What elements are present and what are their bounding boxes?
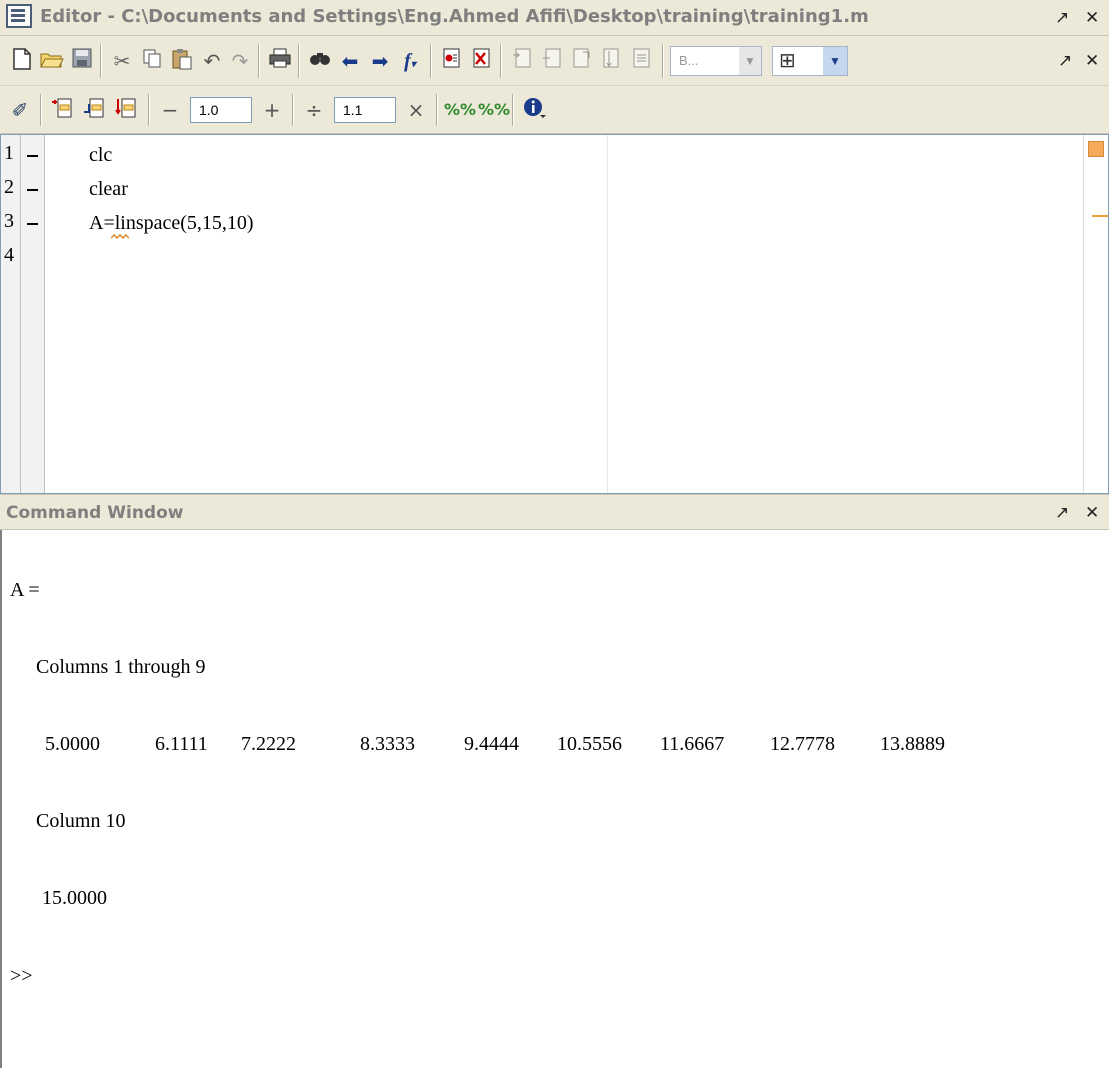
layout-dropdown[interactable]: ⊞ ▼	[772, 46, 848, 76]
cell-divider-menu-icon[interactable]: %%	[478, 96, 510, 124]
editor-title: Editor - C:\Documents and Settings\Eng.A…	[40, 6, 869, 27]
step-icon[interactable]	[508, 47, 536, 75]
warning-marker[interactable]	[1092, 215, 1108, 217]
undock-editor-icon[interactable]: ↗	[1055, 8, 1069, 28]
code-line[interactable]: clear	[89, 178, 128, 201]
output-value: 5.0000	[45, 733, 100, 755]
mlint-indicator-bar	[1083, 135, 1108, 493]
undock-toolbar-icon[interactable]: ↗	[1058, 51, 1072, 71]
forward-icon[interactable]: ➡	[366, 47, 394, 75]
breakpoint-dash[interactable]	[27, 189, 38, 191]
close-editor-icon[interactable]: ✕	[1085, 8, 1099, 28]
copy-icon[interactable]	[138, 47, 166, 75]
undock-command-window-icon[interactable]: ↗	[1055, 503, 1069, 523]
line-number: 1	[4, 142, 14, 164]
command-prompt[interactable]: >>	[10, 965, 33, 988]
output-value: 10.5556	[557, 733, 622, 755]
eraser-icon[interactable]: ✐	[6, 96, 34, 124]
multiply-button[interactable]: ×	[402, 96, 430, 124]
clear-breakpoint-icon[interactable]	[468, 47, 496, 75]
line-number-gutter: 1 2 3 4	[1, 135, 21, 493]
function-icon[interactable]: f▾	[396, 47, 424, 75]
info-icon[interactable]	[520, 96, 548, 124]
editor-window-icon	[6, 4, 32, 28]
output-value: 7.2222	[241, 733, 296, 755]
redo-icon[interactable]: ↷	[226, 47, 254, 75]
undo-icon[interactable]: ↶	[198, 47, 226, 75]
right-margin-line	[607, 135, 608, 493]
decrement-value-field[interactable]: 1.0	[190, 97, 252, 123]
output-value: 9.4444	[464, 733, 519, 755]
open-folder-icon[interactable]	[38, 47, 66, 75]
editor-text-area[interactable]: 1 2 3 4 clc clear A=linspace(5,15,10)	[0, 134, 1109, 494]
multiply-value-field[interactable]: 1.1	[334, 97, 396, 123]
cell-toolbar: ✐ − 1.0 + ÷ 1.1 × %% %%	[0, 86, 1109, 134]
output-value: 11.6667	[660, 733, 725, 755]
save-icon[interactable]	[68, 47, 96, 75]
continue-icon[interactable]	[598, 47, 626, 75]
line-number: 3	[4, 210, 14, 232]
code-line[interactable]: clc	[89, 144, 112, 167]
variable-name-line: A =	[10, 579, 40, 601]
back-icon[interactable]: ⬅	[336, 47, 364, 75]
increment-button[interactable]: +	[258, 96, 286, 124]
output-value: 13.8889	[880, 733, 945, 755]
print-icon[interactable]	[266, 47, 294, 75]
close-command-window-icon[interactable]: ✕	[1085, 503, 1099, 523]
stack-dropdown[interactable]: B... ▼	[670, 46, 762, 76]
evaluate-file-icon[interactable]	[112, 96, 140, 124]
step-in-icon[interactable]	[538, 47, 566, 75]
step-out-icon[interactable]	[568, 47, 596, 75]
evaluate-cell-icon[interactable]	[48, 96, 76, 124]
command-window-title: Command Window	[6, 503, 184, 523]
editor-main-toolbar: ✂ ↶ ↷ ⬅ ➡ f▾ B... ▼ ⊞ ▼ ↗ ✕	[0, 36, 1109, 86]
command-window-output[interactable]: A = Columns 1 through 9 5.0000 6.1111 7.…	[0, 530, 1109, 1068]
layout-grid-icon: ⊞	[779, 50, 796, 72]
output-value: 15.0000	[42, 887, 107, 909]
breakpoint-gutter[interactable]	[21, 135, 45, 493]
chevron-down-icon: ▼	[739, 47, 761, 75]
chevron-down-icon: ▼	[823, 47, 847, 75]
find-icon[interactable]	[306, 47, 334, 75]
line-number: 2	[4, 176, 14, 198]
breakpoint-dash[interactable]	[27, 223, 38, 225]
output-value: 6.1111	[155, 733, 208, 755]
output-value: 8.3333	[360, 733, 415, 755]
new-file-icon[interactable]	[8, 47, 36, 75]
command-window-title-bar: Command Window ↗ ✕	[0, 494, 1109, 530]
stack-dropdown-value: B...	[679, 53, 699, 68]
warning-status-icon[interactable]	[1088, 141, 1104, 157]
columns-header: Column 10	[36, 810, 126, 832]
columns-header: Columns 1 through 9	[36, 656, 206, 678]
breakpoint-dash[interactable]	[27, 155, 38, 157]
mlint-warning-underline	[111, 234, 129, 240]
code-line[interactable]: A=linspace(5,15,10)	[89, 212, 254, 235]
insert-cell-divider-icon[interactable]: %%	[444, 96, 476, 124]
cut-icon[interactable]: ✂	[108, 47, 136, 75]
close-toolbar-icon[interactable]: ✕	[1085, 51, 1099, 71]
editor-title-bar: Editor - C:\Documents and Settings\Eng.A…	[0, 0, 1109, 36]
set-breakpoint-icon[interactable]	[438, 47, 466, 75]
line-number: 4	[4, 244, 14, 266]
evaluate-advance-icon[interactable]	[80, 96, 108, 124]
decrement-button[interactable]: −	[156, 96, 184, 124]
paste-icon[interactable]	[168, 47, 196, 75]
output-value: 12.7778	[770, 733, 835, 755]
divide-button[interactable]: ÷	[300, 96, 328, 124]
exit-debug-icon[interactable]	[628, 47, 656, 75]
